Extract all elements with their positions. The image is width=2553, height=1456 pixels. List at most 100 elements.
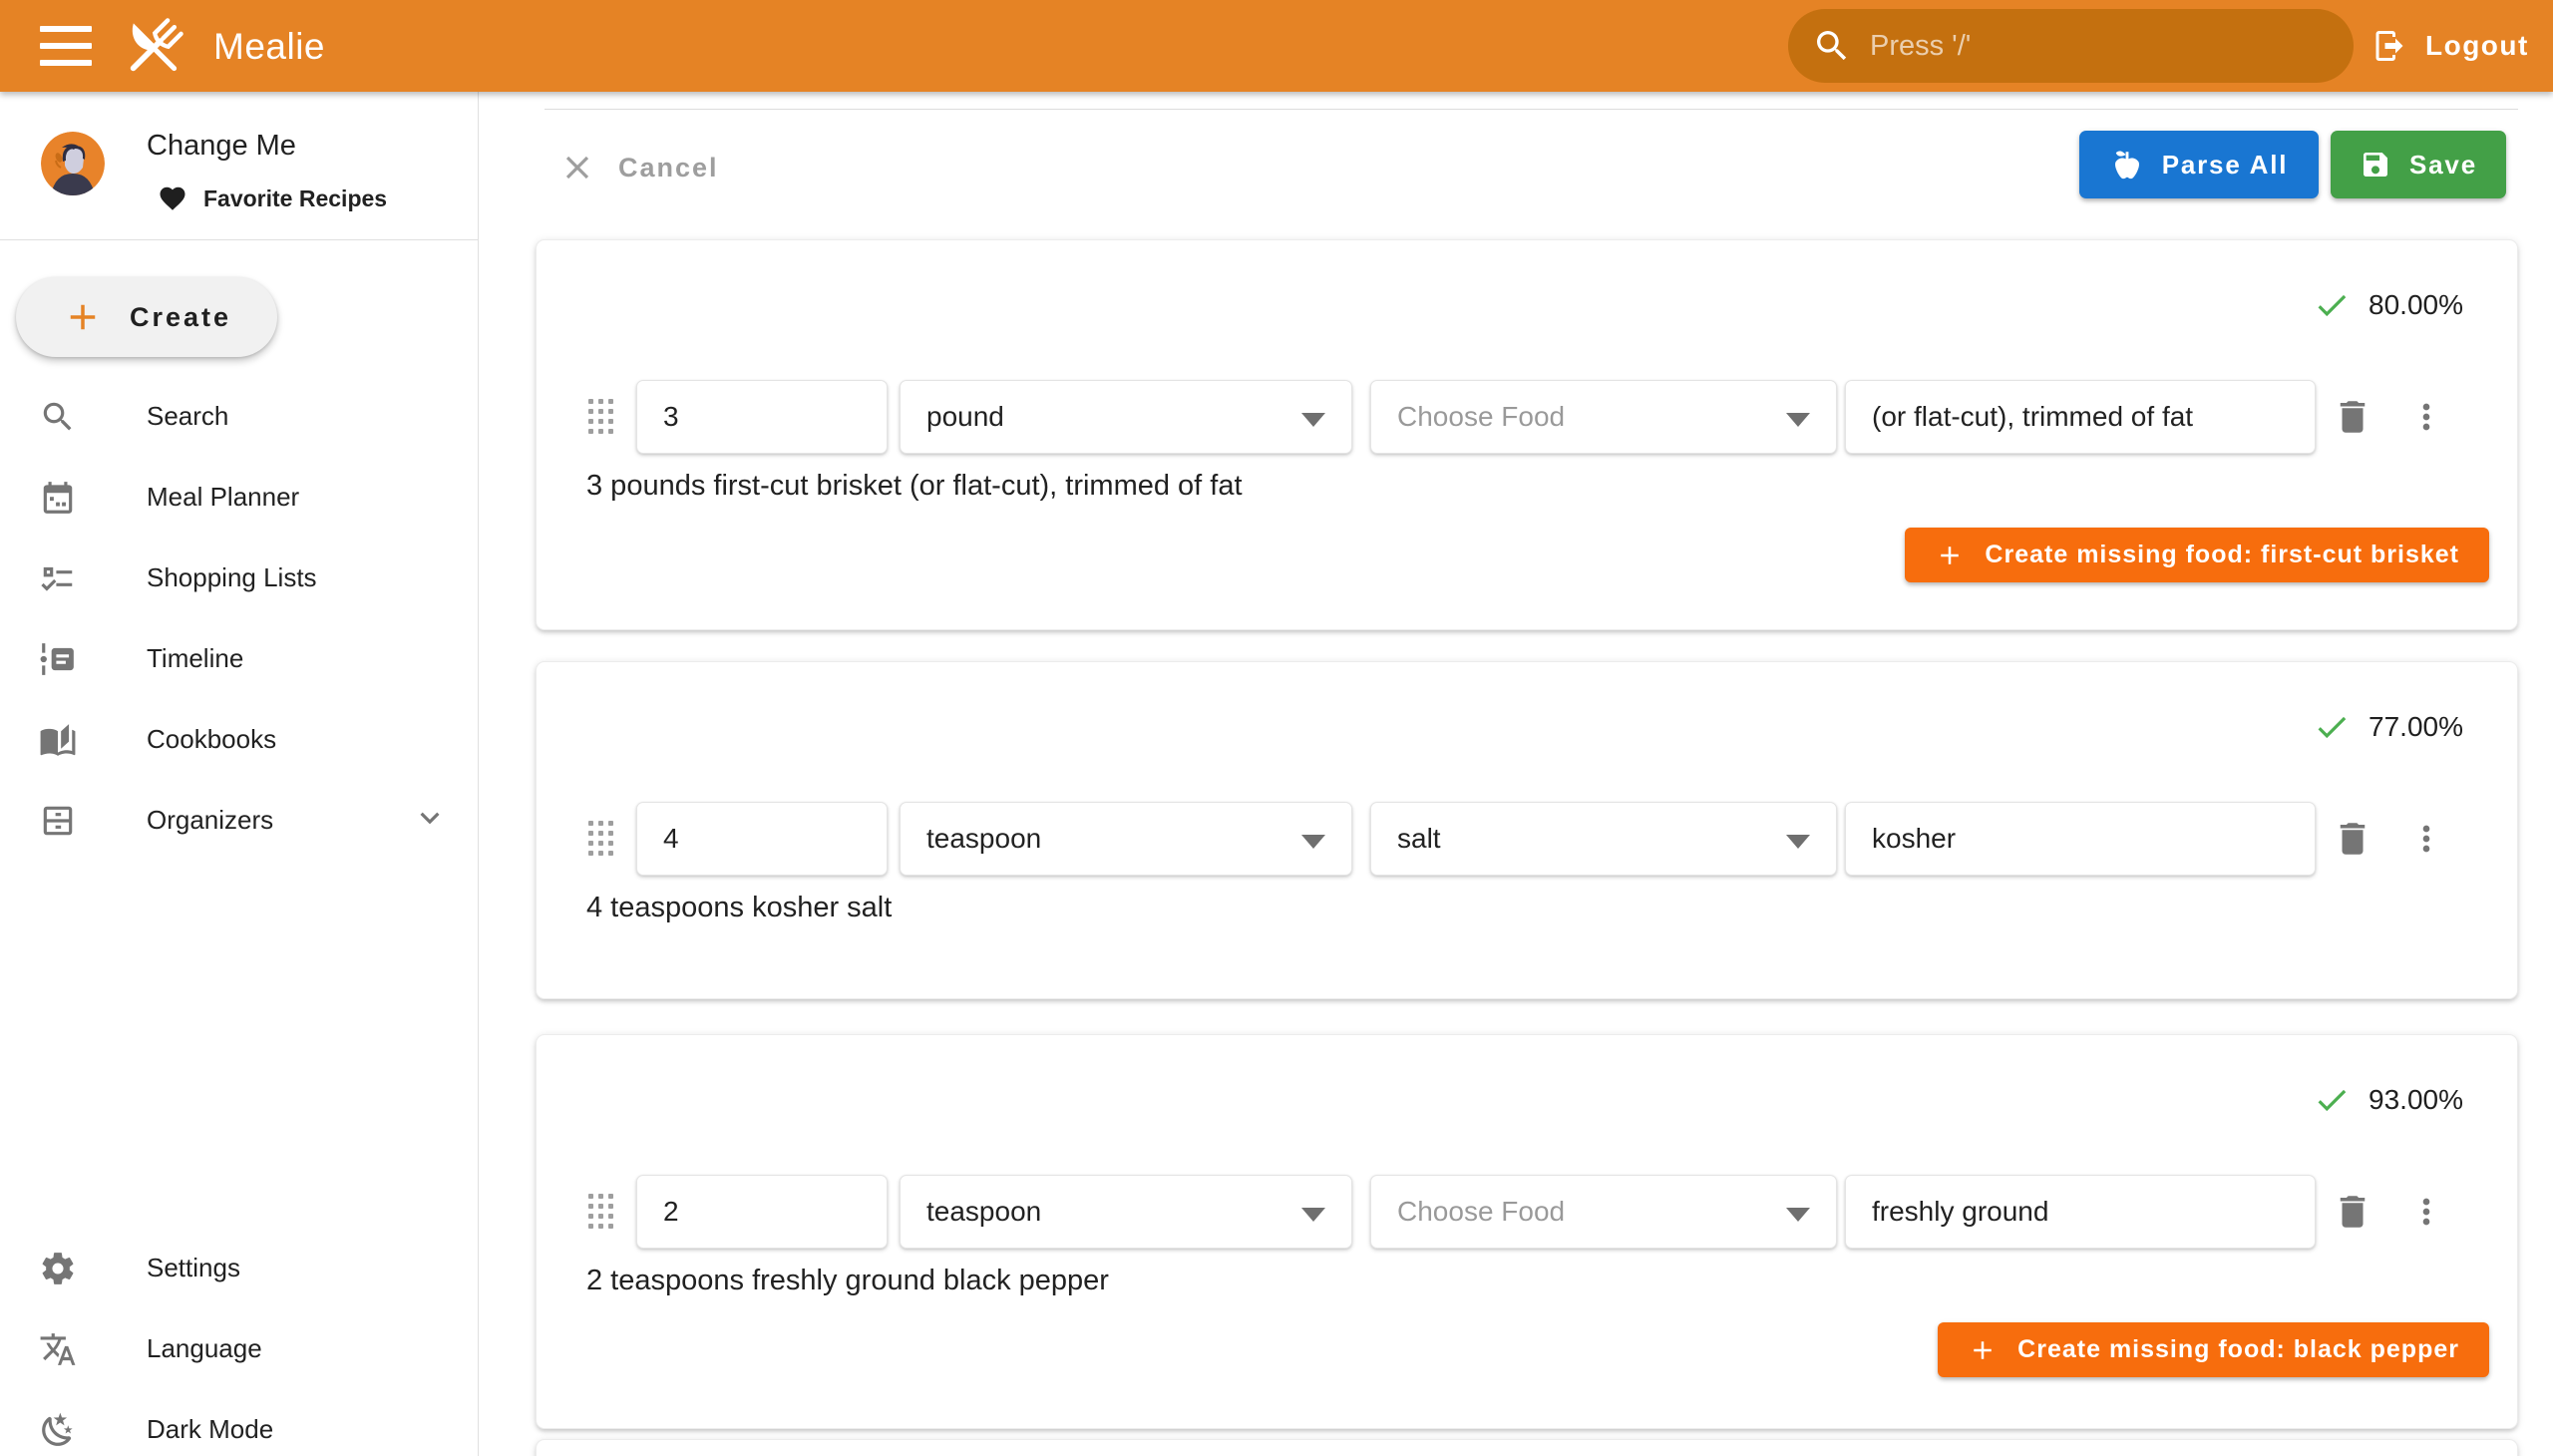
delete-button[interactable]	[2330, 816, 2375, 862]
logout-label: Logout	[2425, 30, 2529, 62]
drag-handle-icon[interactable]	[588, 1194, 616, 1232]
search-icon	[1812, 26, 1852, 66]
ingredient-card: 93.00% teaspoon Choose Food 2 teaspoons …	[536, 1034, 2518, 1429]
quantity-input[interactable]	[636, 802, 888, 876]
original-ingredient-text: 4 teaspoons kosher salt	[586, 892, 892, 924]
mealie-app: Mealie Logout Change	[0, 0, 2553, 1456]
trash-icon	[2332, 1191, 2373, 1233]
sidebar-item-cookbooks[interactable]: Cookbooks	[0, 699, 478, 780]
menu-down-icon	[1786, 1208, 1810, 1222]
ingredient-card: 77.00% teaspoon salt 4 teaspoons kosher …	[536, 661, 2518, 999]
note-input[interactable]	[1845, 1175, 2316, 1249]
confidence-value: 77.00%	[2369, 711, 2463, 743]
user-name: Change Me	[147, 130, 296, 163]
food-select[interactable]: Choose Food	[1370, 380, 1837, 454]
ingredient-card: 80.00% pound Choose Food 3 pounds first-…	[536, 239, 2518, 630]
confidence-value: 80.00%	[2369, 289, 2463, 321]
dots-vertical-icon	[2406, 1192, 2446, 1232]
cancel-button[interactable]: Cancel	[558, 142, 719, 193]
favorites-label: Favorite Recipes	[203, 185, 387, 212]
more-options-button[interactable]	[2403, 394, 2449, 440]
drag-handle-icon[interactable]	[588, 399, 616, 437]
drawer-icon	[38, 801, 78, 841]
create-missing-food-button[interactable]: Create missing food: first-cut brisket	[1905, 528, 2489, 582]
dots-vertical-icon	[2406, 397, 2446, 437]
confidence-row: 93.00%	[2313, 1081, 2463, 1119]
confidence-value: 93.00%	[2369, 1084, 2463, 1116]
global-search[interactable]	[1788, 9, 2354, 83]
sidebar-item-organizers[interactable]: Organizers	[0, 780, 478, 861]
sidebar-item-language[interactable]: Language	[0, 1308, 478, 1389]
create-label: Create	[130, 302, 231, 333]
quantity-input[interactable]	[636, 380, 888, 454]
moon-stars-icon	[38, 1410, 78, 1450]
unit-select[interactable]: teaspoon	[900, 1175, 1352, 1249]
search-input[interactable]	[1870, 30, 2289, 63]
original-ingredient-text: 3 pounds first-cut brisket (or flat-cut)…	[586, 470, 1243, 503]
ingredient-fields: pound Choose Food	[537, 380, 2517, 454]
chevron-down-icon[interactable]	[411, 799, 449, 842]
sidebar-divider	[0, 239, 478, 240]
note-input[interactable]	[1845, 380, 2316, 454]
sheet-top-divider	[545, 109, 2518, 110]
sidebar-item-settings[interactable]: Settings	[0, 1228, 478, 1308]
confidence-row: 77.00%	[2313, 708, 2463, 746]
sidebar-item-meal-planner[interactable]: Meal Planner	[0, 457, 478, 538]
check-icon	[2313, 286, 2351, 324]
save-button[interactable]: Save	[2331, 131, 2506, 198]
more-options-button[interactable]	[2403, 816, 2449, 862]
search-icon	[38, 397, 78, 437]
parse-all-button[interactable]: Parse All	[2079, 131, 2319, 198]
create-button[interactable]: Create	[16, 277, 277, 357]
delete-button[interactable]	[2330, 394, 2375, 440]
sidebar-item-timeline[interactable]: Timeline	[0, 618, 478, 699]
menu-icon[interactable]	[40, 26, 92, 66]
dots-vertical-icon	[2406, 819, 2446, 859]
logout-button[interactable]: Logout	[2371, 18, 2529, 74]
drag-handle-icon[interactable]	[588, 821, 616, 859]
save-label: Save	[2409, 150, 2477, 181]
top-app-bar: Mealie Logout	[0, 0, 2553, 92]
plus-icon	[1968, 1335, 1998, 1365]
sidebar-item-search[interactable]: Search	[0, 376, 478, 457]
close-icon	[558, 149, 596, 186]
sidebar-nav: Search Meal Planner Shopping Lists Timel…	[0, 376, 478, 861]
sidebar-item-dark-mode[interactable]: Dark Mode	[0, 1389, 478, 1456]
translate-icon	[38, 1329, 78, 1369]
menu-down-icon	[1786, 835, 1810, 849]
unit-select[interactable]: pound	[900, 380, 1352, 454]
food-select[interactable]: salt	[1370, 802, 1837, 876]
menu-down-icon	[1301, 835, 1325, 849]
plus-icon	[1935, 541, 1965, 570]
ingredient-fields: teaspoon Choose Food	[537, 1175, 2517, 1249]
check-icon	[2313, 708, 2351, 746]
original-ingredient-text: 2 teaspoons freshly ground black pepper	[586, 1265, 1109, 1297]
more-options-button[interactable]	[2403, 1189, 2449, 1235]
create-missing-food-button[interactable]: Create missing food: black pepper	[1938, 1322, 2489, 1377]
check-icon	[2313, 1081, 2351, 1119]
parse-all-label: Parse All	[2162, 150, 2289, 181]
confidence-row: 80.00%	[2313, 286, 2463, 324]
unit-select[interactable]: teaspoon	[900, 802, 1352, 876]
sidebar-item-shopping-lists[interactable]: Shopping Lists	[0, 538, 478, 618]
delete-button[interactable]	[2330, 1189, 2375, 1235]
quantity-input[interactable]	[636, 1175, 888, 1249]
ingredient-card-partial	[536, 1439, 2518, 1456]
book-open-icon	[38, 720, 78, 760]
sidebar-footer: Settings Language Dark Mode	[0, 1228, 478, 1456]
note-input[interactable]	[1845, 802, 2316, 876]
menu-down-icon	[1786, 413, 1810, 427]
avatar[interactable]	[41, 132, 105, 195]
sidebar: Change Me Favorite Recipes Create Search…	[0, 92, 479, 1456]
mealie-logo-icon	[116, 10, 191, 86]
cancel-label: Cancel	[618, 153, 719, 183]
logout-icon	[2371, 28, 2407, 64]
menu-down-icon	[1301, 1208, 1325, 1222]
ingredient-fields: teaspoon salt	[537, 802, 2517, 876]
food-select[interactable]: Choose Food	[1370, 1175, 1837, 1249]
heart-icon	[158, 183, 187, 213]
plus-icon	[62, 296, 104, 338]
timeline-icon	[38, 639, 78, 679]
favorite-recipes-link[interactable]: Favorite Recipes	[158, 183, 387, 213]
calendar-icon	[38, 478, 78, 518]
